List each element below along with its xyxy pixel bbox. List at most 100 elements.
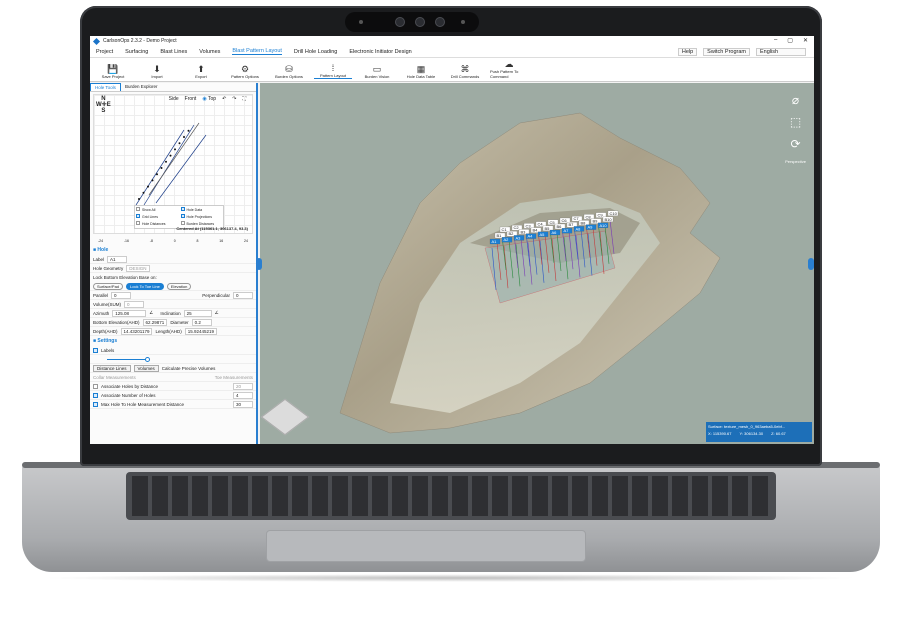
ribbon-button-table[interactable]: ▦ Hole Data Table bbox=[402, 64, 440, 79]
max-hole-checkbox[interactable] bbox=[93, 401, 98, 407]
hole-label-text: C10 bbox=[610, 211, 618, 216]
lock-elevation-toggle[interactable]: Elevation bbox=[166, 282, 192, 290]
help-button[interactable]: Help bbox=[677, 47, 698, 56]
collar-measurements-toggle[interactable]: Collar Measurements bbox=[93, 375, 136, 380]
panel-collapse-handle[interactable] bbox=[256, 258, 262, 270]
maximize-button[interactable]: ▢ bbox=[787, 37, 793, 44]
assoc-number-field[interactable]: 4 bbox=[233, 391, 253, 399]
hole-label-tag[interactable]: A7 bbox=[561, 228, 573, 234]
hole-label-tag[interactable]: A10 bbox=[597, 222, 609, 228]
bottom-elevation-field[interactable]: 62.29871 bbox=[142, 318, 168, 326]
geometry-row: Hole Geometry DESIGN bbox=[90, 264, 256, 273]
max-hole-field[interactable]: 30 bbox=[233, 400, 253, 408]
calculate-volumes-label[interactable]: Calculate Precise Volumes bbox=[162, 366, 216, 371]
assoc-distance-field[interactable]: 20 bbox=[233, 382, 253, 390]
diameter-field[interactable]: 0.2 bbox=[191, 318, 212, 326]
plot-hole-point[interactable] bbox=[187, 129, 190, 132]
close-button[interactable]: ✕ bbox=[803, 37, 808, 44]
plot-hole-point[interactable] bbox=[160, 167, 163, 169]
azimuth-field[interactable]: 125.08 bbox=[112, 309, 147, 317]
menu-volumes[interactable]: Volumes bbox=[199, 49, 220, 55]
plot-hole-point[interactable] bbox=[142, 191, 145, 194]
menu-electronic-initiator-design[interactable]: Electronic Initiator Design bbox=[349, 49, 411, 55]
fit-icon[interactable]: ⛶ bbox=[242, 96, 246, 102]
plot-hole-point[interactable] bbox=[156, 173, 158, 176]
plot-hole-point[interactable] bbox=[147, 185, 149, 188]
hole-label-tag[interactable]: A8 bbox=[573, 226, 585, 232]
menu-blast-lines[interactable]: Blast Lines bbox=[160, 49, 187, 55]
angle-icon[interactable]: ∠ bbox=[149, 310, 153, 316]
perspective-icon[interactable]: ⟳ bbox=[791, 137, 801, 151]
plot-option-checkbox[interactable]: Grid Lines bbox=[136, 214, 178, 220]
menu-blast-pattern-layout[interactable]: Blast Pattern Layout bbox=[232, 48, 282, 55]
distance-lines-button[interactable]: Distance Lines bbox=[93, 364, 131, 372]
ribbon-button-pattern-layout[interactable]: ⁞ Pattern Layout bbox=[314, 63, 352, 79]
assoc-distance-checkbox[interactable] bbox=[93, 383, 98, 389]
length-field[interactable]: 15.92445219 bbox=[184, 327, 218, 335]
label-size-slider[interactable] bbox=[107, 356, 150, 362]
plot-hole-point[interactable] bbox=[151, 179, 154, 182]
hole-plot[interactable]: N W✛E S Side Front ◉ Top ↶ ↷ ⛶ Show All … bbox=[93, 94, 253, 234]
tab-hole-tools[interactable]: Hole Tools bbox=[90, 83, 121, 91]
ribbon-button-burden-vision[interactable]: ▭ Burden Vision bbox=[358, 64, 396, 79]
parallel-field[interactable]: 0 bbox=[111, 291, 132, 299]
switch-program-button[interactable]: Switch Program bbox=[703, 47, 750, 56]
language-select[interactable]: English bbox=[756, 47, 806, 56]
ribbon-button-export[interactable]: ⬆ Export bbox=[182, 64, 220, 79]
lock-toe-line-toggle[interactable]: Lock To Toe Line bbox=[126, 282, 164, 290]
hole-label-tag[interactable]: A1 bbox=[489, 238, 501, 245]
minimize-button[interactable]: – bbox=[774, 37, 777, 44]
hole-label-tag[interactable]: B10 bbox=[602, 216, 614, 222]
ribbon-button-cloud-upload[interactable]: ☁ Push Pattern To Command bbox=[490, 59, 528, 79]
toe-measurements-toggle[interactable]: Toe Measurements bbox=[215, 375, 253, 380]
depth-field[interactable]: 14.43201179 bbox=[120, 327, 153, 335]
view-side-radio[interactable]: Side bbox=[169, 96, 179, 102]
panel-tabs: Hole Tools Burden Explorer bbox=[90, 83, 256, 92]
plot-option-checkbox[interactable]: Show All bbox=[136, 207, 178, 213]
plot-x-tick: 8 bbox=[196, 238, 199, 243]
plot-hole-point[interactable] bbox=[183, 136, 185, 138]
right-collapse-handle[interactable] bbox=[808, 258, 814, 270]
3d-viewport[interactable]: C1 C2 C3 C4 C5 C6 C7 C8 C9 C10 B1 B2 B3 B4 B5 B6 B7 B8 B9 B… bbox=[260, 83, 814, 444]
hole-label-tag[interactable]: A6 bbox=[549, 229, 561, 236]
hole-label-tag[interactable]: A2 bbox=[501, 237, 513, 243]
wireframe-cube-icon[interactable]: ⬚ bbox=[790, 115, 801, 129]
ribbon-button-pattern-options[interactable]: ⚙ Pattern Options bbox=[226, 64, 264, 79]
plot-option-checkbox[interactable]: Hole Projections bbox=[180, 214, 223, 220]
view-front-radio[interactable]: Front bbox=[185, 96, 197, 102]
plot-hole-point[interactable] bbox=[165, 160, 167, 163]
assoc-number-checkbox[interactable] bbox=[93, 392, 98, 398]
hole-label-tag[interactable]: A5 bbox=[537, 231, 549, 237]
geometry-select[interactable]: DESIGN bbox=[126, 264, 150, 272]
lock-surface-toggle[interactable]: Surface/Pad bbox=[93, 282, 124, 290]
menu-drill-hole-loading[interactable]: Drill Hole Loading bbox=[294, 49, 337, 55]
view-top-radio[interactable]: ◉ Top bbox=[202, 96, 216, 102]
plot-option-checkbox[interactable]: Hole Distances bbox=[136, 221, 178, 227]
hole-label-tag[interactable]: A3 bbox=[513, 235, 525, 241]
plot-hole-point[interactable] bbox=[138, 198, 140, 200]
ribbon-button-label: Burden Vision bbox=[364, 74, 390, 79]
plot-hole-point[interactable] bbox=[178, 142, 181, 145]
perpendicular-field[interactable]: 0 bbox=[233, 291, 253, 299]
plot-hole-point[interactable] bbox=[169, 154, 172, 157]
ribbon-button-command[interactable]: ⌘ Drill Commands bbox=[446, 64, 484, 79]
label-field[interactable]: A1 bbox=[107, 255, 128, 263]
volumes-button[interactable]: Volumes bbox=[133, 364, 159, 372]
menu-surfacing[interactable]: Surfacing bbox=[125, 49, 148, 55]
plot-hole-point[interactable] bbox=[174, 148, 176, 151]
hole-label-tag[interactable]: C10 bbox=[607, 210, 619, 216]
redo-icon[interactable]: ↷ bbox=[232, 96, 236, 102]
ribbon-button-save[interactable]: 💾 Save Project bbox=[94, 64, 132, 79]
plot-option-checkbox[interactable]: Hole Data bbox=[180, 207, 223, 213]
undo-icon[interactable]: ↶ bbox=[222, 96, 226, 102]
hole-label-tag[interactable]: A9 bbox=[585, 224, 597, 230]
hole-label-tag[interactable]: A4 bbox=[525, 233, 537, 239]
camera-icon[interactable]: ⌀ bbox=[792, 93, 799, 107]
angle-icon[interactable]: ∠ bbox=[215, 310, 219, 316]
labels-checkbox[interactable] bbox=[93, 347, 98, 353]
tab-burden-explorer[interactable]: Burden Explorer bbox=[121, 83, 162, 91]
ribbon-button-import[interactable]: ⬇ Import bbox=[138, 64, 176, 79]
menu-project[interactable]: Project bbox=[96, 49, 113, 55]
ribbon-button-burden-options[interactable]: ⛁ Burden Options bbox=[270, 64, 308, 79]
inclination-field[interactable]: 25 bbox=[183, 309, 212, 317]
